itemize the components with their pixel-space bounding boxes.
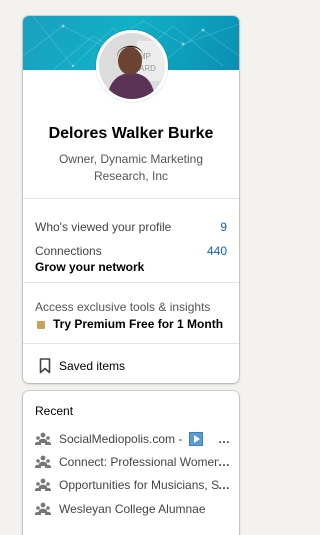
group-icon — [35, 502, 51, 521]
premium-icon — [37, 321, 45, 329]
saved-items-link[interactable]: Saved items — [35, 358, 227, 376]
recent-card: Recent SocialMediopolis.com - … Connect:… — [23, 391, 239, 535]
recent-item[interactable]: Connect: Professional Women's Network … — [35, 454, 231, 472]
connections-label: Connections — [35, 244, 102, 258]
svg-text:ARD: ARD — [139, 64, 156, 73]
recent-item-label: Wesleyan College Alumnae — [59, 502, 206, 516]
premium-trial-label: Try Premium Free for 1 Month — [53, 317, 224, 331]
group-icon — [35, 478, 51, 497]
profile-viewers-label: Who's viewed your profile — [35, 220, 172, 234]
profile-viewers-count: 9 — [220, 220, 227, 234]
saved-items-label: Saved items — [59, 359, 126, 373]
recent-title: Recent — [35, 404, 74, 418]
ellipsis-icon: … — [218, 455, 231, 469]
ellipsis-icon: … — [218, 478, 231, 492]
connections-count: 440 — [206, 244, 227, 258]
ellipsis-icon: … — [218, 432, 231, 446]
grow-network-link[interactable]: Grow your network — [35, 260, 144, 274]
divider — [23, 198, 239, 199]
recent-item[interactable]: Wesleyan College Alumnae — [35, 501, 231, 519]
profile-viewers-row[interactable]: Who's viewed your profile 9 — [35, 220, 227, 238]
recent-item-label: Connect: Professional Women's Network — [59, 455, 219, 469]
recent-item[interactable]: Opportunities for Musicians, Singers … — [35, 477, 231, 495]
divider — [23, 282, 239, 283]
profile-card: MP ARD Delores Walker Burke Owner, Dynam… — [23, 16, 239, 383]
recent-item-label: Opportunities for Musicians, Singers — [59, 478, 219, 492]
play-icon — [189, 432, 203, 446]
avatar[interactable]: MP ARD — [96, 30, 168, 102]
group-icon — [35, 455, 51, 474]
recent-item[interactable]: SocialMediopolis.com - … — [35, 431, 231, 449]
divider — [23, 343, 239, 344]
group-icon — [35, 432, 51, 451]
recent-item-label: SocialMediopolis.com - — [59, 432, 183, 446]
premium-description: Access exclusive tools & insights — [35, 300, 211, 314]
bookmark-icon — [39, 358, 51, 379]
profile-name[interactable]: Delores Walker Burke — [23, 125, 239, 143]
profile-headline: Owner, Dynamic Marketing Research, Inc — [58, 152, 204, 183]
